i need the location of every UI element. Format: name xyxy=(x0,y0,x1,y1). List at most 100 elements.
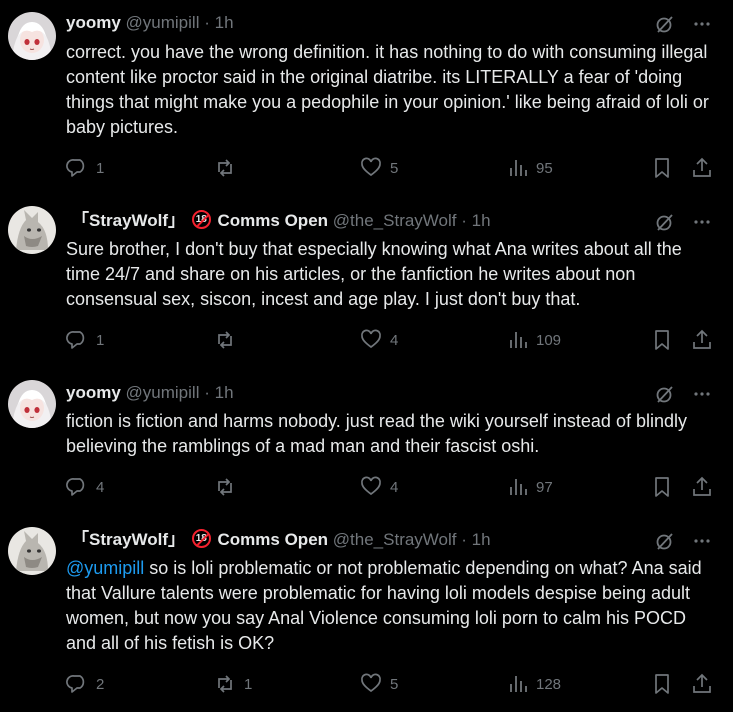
bookmark-button[interactable] xyxy=(652,475,672,499)
views-count: 95 xyxy=(536,159,553,177)
reply-button[interactable]: 1 xyxy=(66,156,104,180)
bookmark-button[interactable] xyxy=(652,156,672,180)
tweet-actions: 4 4 97 xyxy=(66,475,715,499)
like-count: 5 xyxy=(390,675,399,693)
reply-count: 2 xyxy=(96,675,105,693)
bookmark-icon xyxy=(652,673,672,695)
more-icon[interactable] xyxy=(693,14,711,39)
reply-count: 1 xyxy=(96,159,105,177)
reply-button[interactable]: 1 xyxy=(66,328,104,352)
avatar-yoomy[interactable] xyxy=(8,12,56,60)
display-name[interactable]: 「StrayWolf」 18 Comms Open xyxy=(72,529,328,549)
grok-icon[interactable] xyxy=(655,212,675,237)
avatar-yoomy[interactable] xyxy=(8,380,56,428)
reply-count: 1 xyxy=(96,331,105,349)
share-button[interactable] xyxy=(691,328,713,352)
views-count: 109 xyxy=(536,331,562,349)
bookmark-icon xyxy=(652,157,672,179)
like-icon xyxy=(360,673,382,695)
bookmark-button[interactable] xyxy=(652,328,672,352)
bookmark-button[interactable] xyxy=(652,672,672,696)
user-handle[interactable]: @yumipill xyxy=(126,13,200,32)
separator: · xyxy=(204,383,210,402)
share-button[interactable] xyxy=(691,475,713,499)
tweet-text: fiction is fiction and harms nobody. jus… xyxy=(66,411,687,456)
user-handle[interactable]: @the_StrayWolf xyxy=(333,211,457,230)
tweet-header: yoomy @yumipill · 1h xyxy=(66,12,733,34)
repost-button[interactable] xyxy=(214,328,244,352)
timestamp[interactable]: 1h xyxy=(215,383,234,402)
timestamp[interactable]: 1h xyxy=(472,211,491,230)
tweet-text: @yumipill so is loli problematic or not … xyxy=(66,558,702,653)
display-name[interactable]: 「StrayWolf」 18 Comms Open xyxy=(72,210,328,230)
views-button[interactable]: 97 xyxy=(508,475,553,499)
user-handle[interactable]: @yumipill xyxy=(126,383,200,402)
share-button[interactable] xyxy=(691,672,713,696)
views-icon xyxy=(508,476,528,498)
tweet-actions: 2 1 5 128 xyxy=(66,672,715,696)
avatar-straywolf[interactable] xyxy=(8,206,56,254)
views-count: 128 xyxy=(536,675,562,693)
reply-icon xyxy=(66,476,88,498)
views-button[interactable]: 128 xyxy=(508,672,561,696)
separator: · xyxy=(204,13,210,32)
more-icon[interactable] xyxy=(693,531,711,556)
repost-button[interactable] xyxy=(214,156,244,180)
like-count: 5 xyxy=(390,159,399,177)
mention-link[interactable]: @yumipill xyxy=(66,558,144,578)
like-button[interactable]: 5 xyxy=(360,156,398,180)
more-icon[interactable] xyxy=(693,212,711,237)
bookmark-icon xyxy=(652,476,672,498)
share-icon xyxy=(691,329,713,351)
repost-icon xyxy=(214,476,236,498)
grok-icon[interactable] xyxy=(655,531,675,556)
repost-icon xyxy=(214,157,236,179)
tweet-text: Sure brother, I don't buy that especiall… xyxy=(66,239,682,309)
grok-icon[interactable] xyxy=(655,14,675,39)
share-icon xyxy=(691,673,713,695)
adult-badge-icon: 18 xyxy=(191,529,211,548)
views-button[interactable]: 95 xyxy=(508,156,553,180)
tweet-header: yoomy @yumipill · 1h xyxy=(66,382,733,404)
reply-button[interactable]: 2 xyxy=(66,672,104,696)
more-icon[interactable] xyxy=(693,384,711,409)
like-icon xyxy=(360,476,382,498)
views-icon xyxy=(508,157,528,179)
reply-icon xyxy=(66,329,88,351)
like-count: 4 xyxy=(390,478,399,496)
timestamp[interactable]: 1h xyxy=(472,530,491,549)
views-icon xyxy=(508,673,528,695)
views-icon xyxy=(508,329,528,351)
timestamp[interactable]: 1h xyxy=(215,13,234,32)
repost-button[interactable] xyxy=(214,475,244,499)
repost-icon xyxy=(214,673,236,695)
bookmark-icon xyxy=(652,329,672,351)
like-button[interactable]: 4 xyxy=(360,328,398,352)
display-name[interactable]: yoomy xyxy=(66,13,121,32)
like-button[interactable]: 4 xyxy=(360,475,398,499)
reply-icon xyxy=(66,673,88,695)
reply-button[interactable]: 4 xyxy=(66,475,104,499)
repost-count: 1 xyxy=(244,675,253,693)
user-handle[interactable]: @the_StrayWolf xyxy=(333,530,457,549)
share-button[interactable] xyxy=(691,156,713,180)
adult-badge-icon: 18 xyxy=(191,210,211,229)
separator: · xyxy=(461,530,467,549)
tweet-header: 「StrayWolf」 18 Comms Open @the_StrayWolf… xyxy=(72,210,733,232)
views-button[interactable]: 109 xyxy=(508,328,561,352)
separator: · xyxy=(461,211,467,230)
share-icon xyxy=(691,476,713,498)
like-icon xyxy=(360,329,382,351)
tweet-header: 「StrayWolf」 18 Comms Open @the_StrayWolf… xyxy=(72,529,733,551)
like-count: 4 xyxy=(390,331,399,349)
tweet-text: correct. you have the wrong definition. … xyxy=(66,42,709,137)
views-count: 97 xyxy=(536,478,553,496)
reply-icon xyxy=(66,157,88,179)
display-name[interactable]: yoomy xyxy=(66,383,121,402)
like-icon xyxy=(360,157,382,179)
grok-icon[interactable] xyxy=(655,384,675,409)
avatar-straywolf[interactable] xyxy=(8,527,56,575)
repost-button[interactable]: 1 xyxy=(214,672,252,696)
repost-icon xyxy=(214,329,236,351)
like-button[interactable]: 5 xyxy=(360,672,398,696)
